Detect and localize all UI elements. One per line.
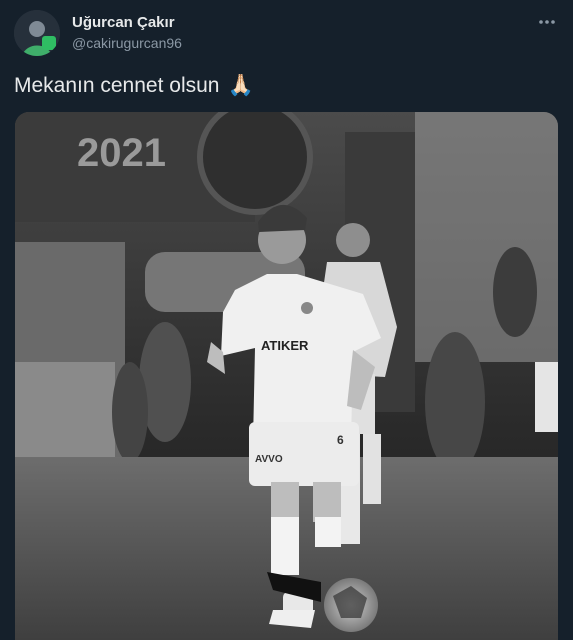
folded-hands-icon: 🙏🏻 xyxy=(227,74,254,97)
author-name[interactable]: Uğurcan Çakır xyxy=(72,14,175,31)
author-handle[interactable]: @cakirugurcan96 xyxy=(72,35,182,51)
tweet-text-content: Mekanın cennet olsun xyxy=(14,74,220,97)
author-avatar[interactable] xyxy=(14,10,60,56)
banner-year: 2021 xyxy=(77,131,166,175)
shorts-text: AVVO xyxy=(255,454,283,465)
tweet-text: Mekanın cennet olsun 🙏🏻 xyxy=(14,74,254,98)
tweet-photo[interactable]: 2021 ATIKER AVVO 6 xyxy=(15,112,558,640)
photo-scene: 2021 ATIKER AVVO 6 xyxy=(15,112,558,640)
more-options-icon[interactable] xyxy=(535,10,559,34)
shirt-number: 6 xyxy=(337,433,344,447)
jersey-sponsor-text: ATIKER xyxy=(261,338,309,353)
